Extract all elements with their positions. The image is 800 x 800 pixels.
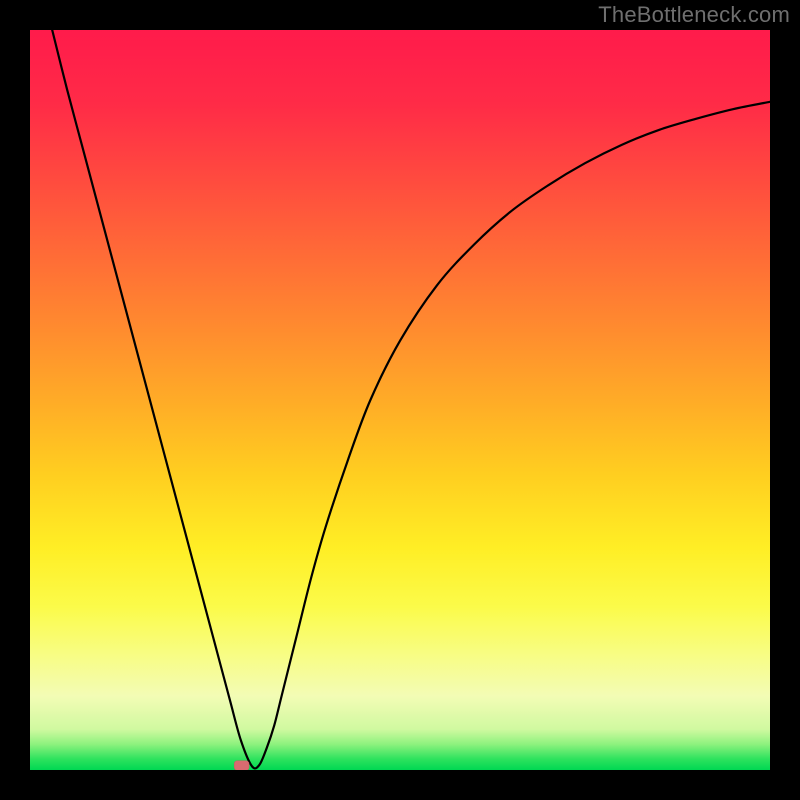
- chart-container: TheBottleneck.com: [0, 0, 800, 800]
- watermark-text: TheBottleneck.com: [598, 2, 790, 28]
- plot-area: [30, 30, 770, 770]
- optimum-marker: [234, 761, 249, 770]
- gradient-background: [30, 30, 770, 770]
- chart-svg: [30, 30, 770, 770]
